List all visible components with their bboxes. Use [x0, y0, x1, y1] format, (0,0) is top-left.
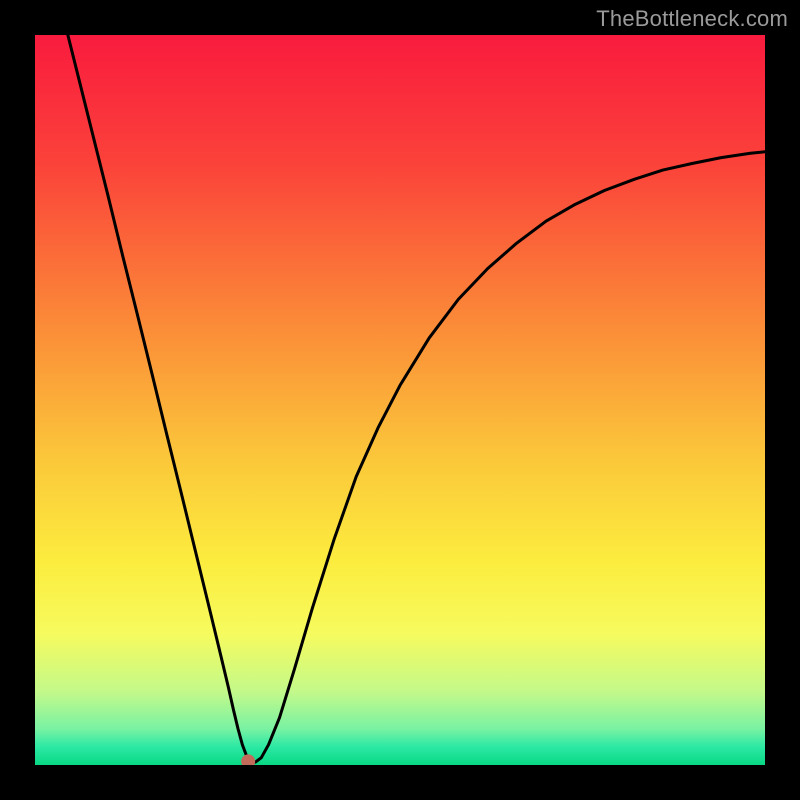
chart-frame: TheBottleneck.com	[0, 0, 800, 800]
gradient-background	[35, 35, 765, 765]
plot-area	[35, 35, 765, 765]
watermark-text: TheBottleneck.com	[596, 6, 788, 32]
chart-canvas	[35, 35, 765, 765]
